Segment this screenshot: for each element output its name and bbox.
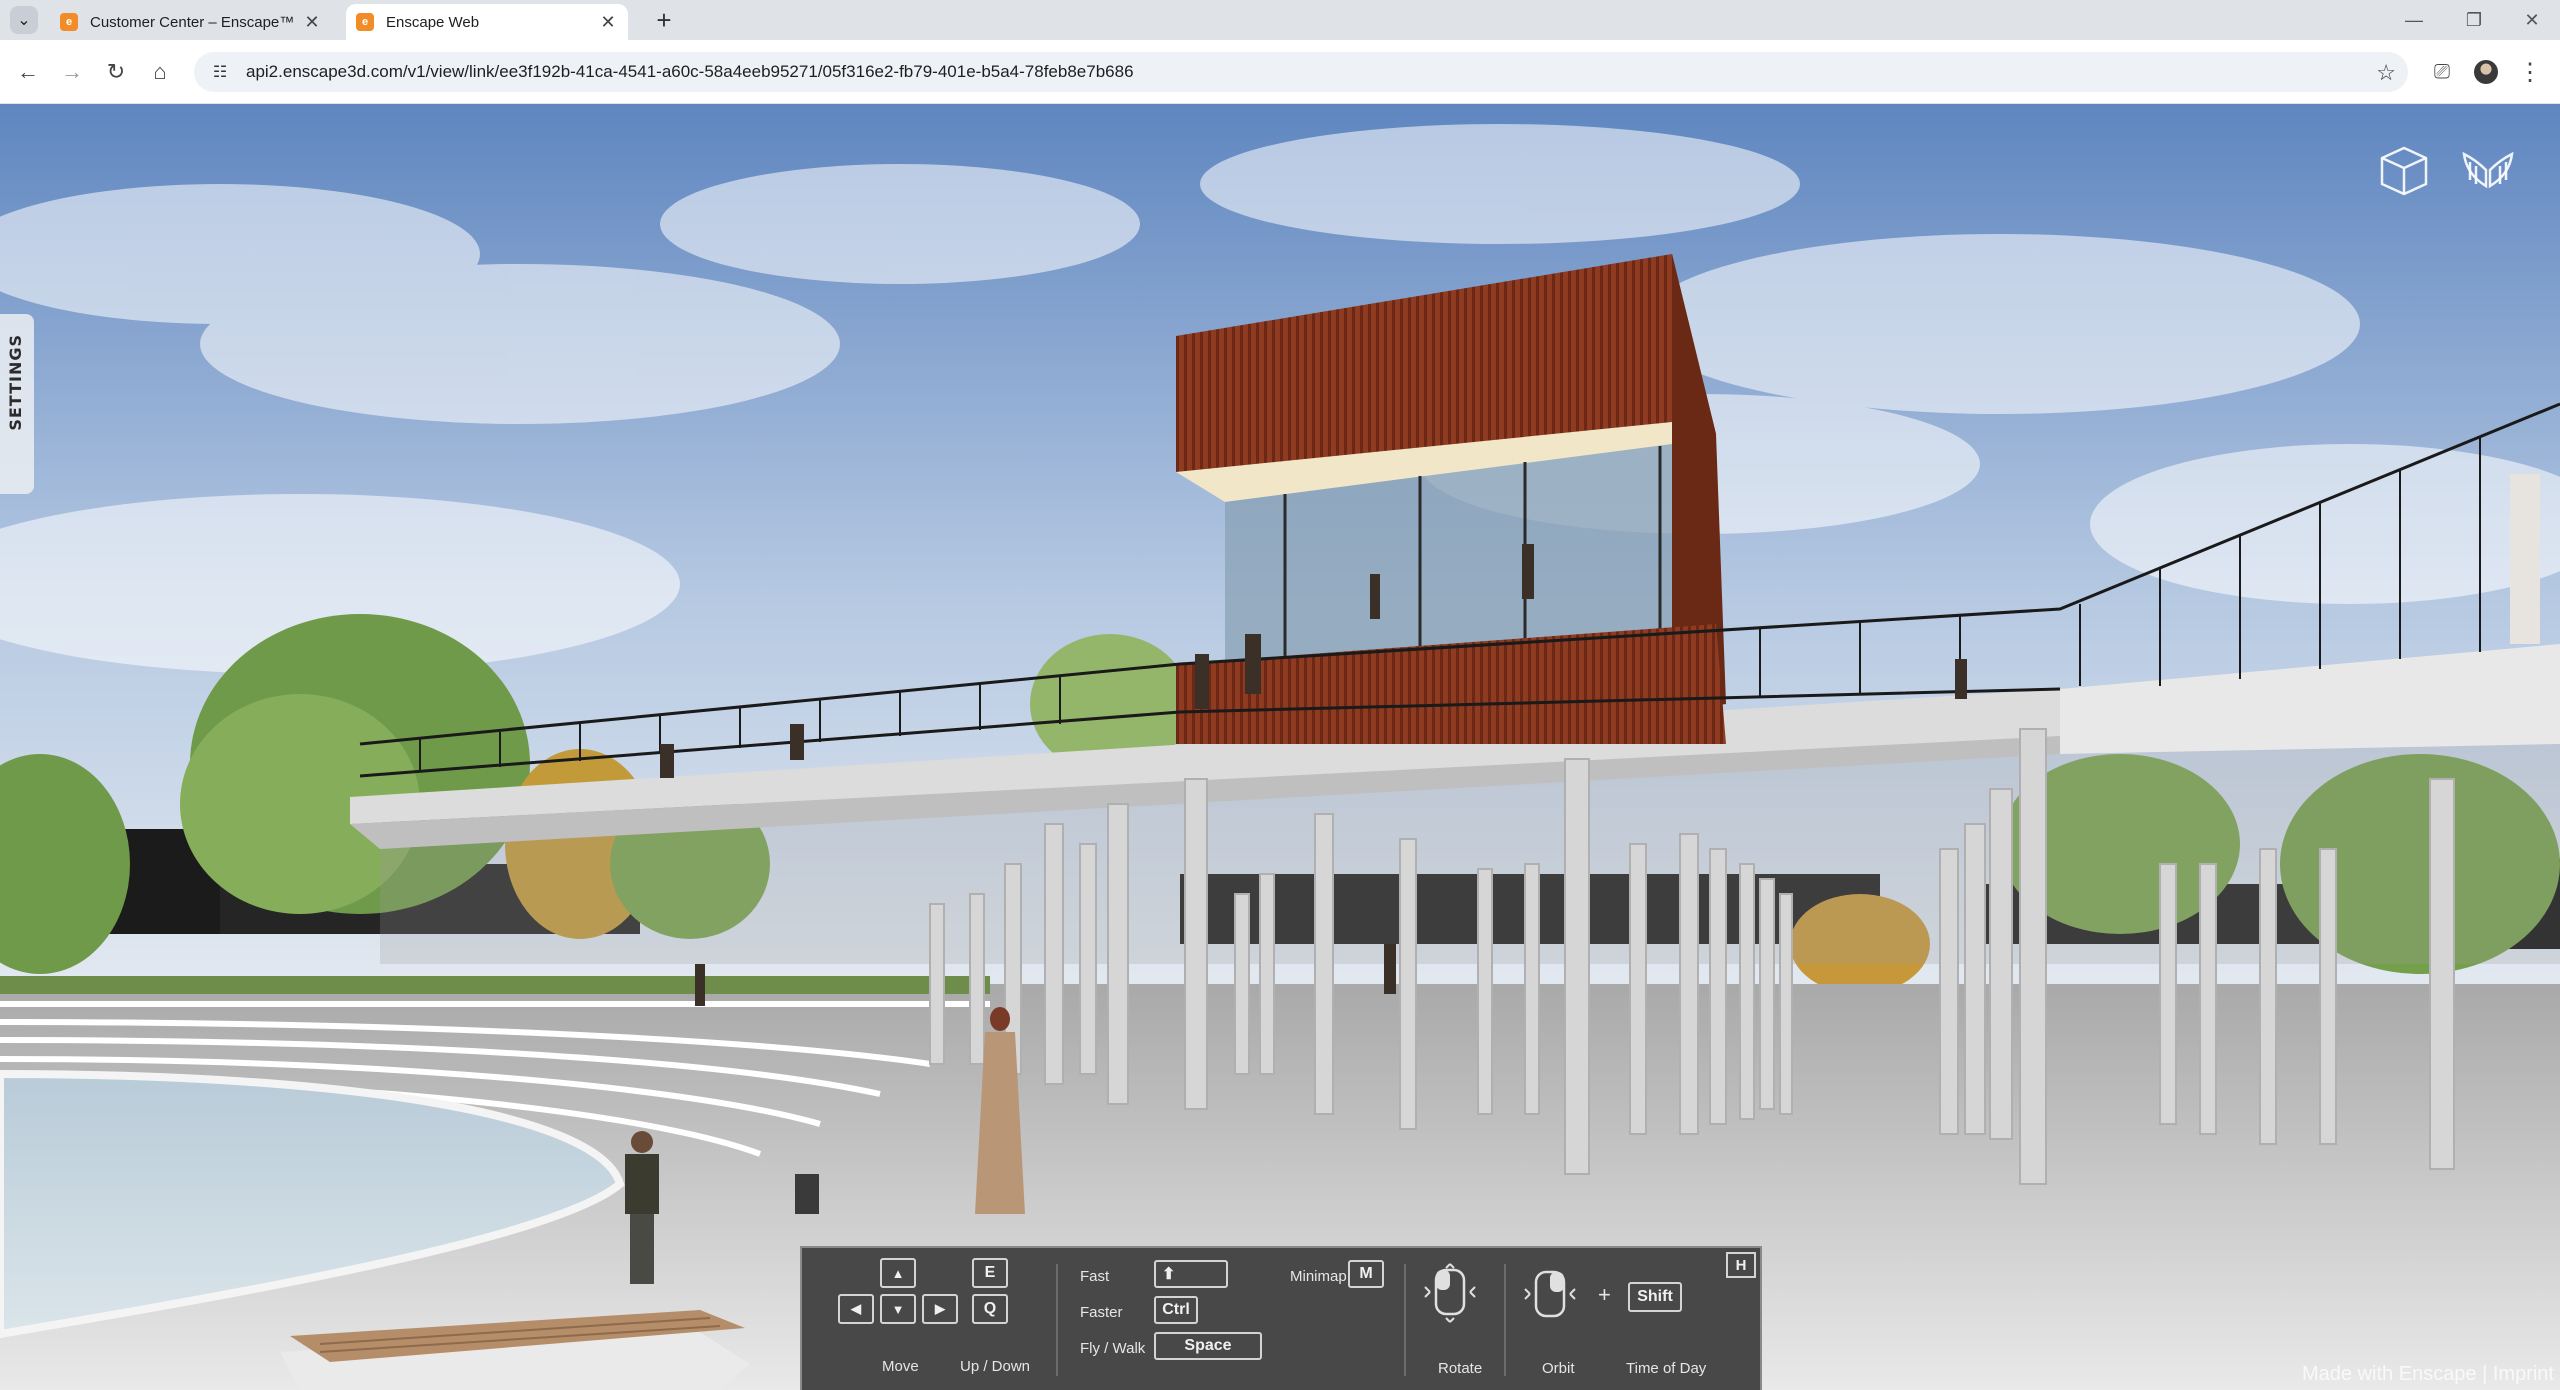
watermark[interactable]: Made with Enscape | Imprint [2302,1363,2554,1386]
divider [1404,1264,1406,1376]
close-icon[interactable]: ✕ [598,12,618,32]
navigation-controls-panel: H ▲ ◀ ▼ ▶ Move E Q Up / Down Fast ⬆ Fast… [800,1246,1762,1390]
kebab-menu-icon: ⋮ [2518,58,2542,86]
tab-title: Enscape Web [386,13,480,31]
url-text: api2.enscape3d.com/v1/view/link/ee3f192b… [246,62,1134,81]
tab-bar: ⌄ e Customer Center – Enscape™ ✕ e Ensca… [0,0,2560,40]
home-icon: ⌂ [153,59,167,84]
chevron-down-icon: ⌄ [17,12,31,29]
close-window-button[interactable]: ✕ [2504,0,2560,40]
tab-title: Customer Center – Enscape™ [90,13,295,31]
angel-wings-icon[interactable] [2458,140,2518,200]
tab-search-button[interactable]: ⌄ [10,6,38,34]
tab-enscape-web[interactable]: e Enscape Web ✕ [346,4,628,40]
profile-avatar[interactable] [2474,60,2498,84]
orbit-label: Orbit [1542,1360,1575,1377]
cast-icon: ⎚ [2434,60,2450,83]
settings-tab[interactable]: SETTINGS [0,314,34,494]
q-key[interactable]: Q [972,1294,1008,1324]
divider [1056,1264,1058,1376]
rotate-label: Rotate [1438,1360,1483,1377]
move-label: Move [882,1358,919,1375]
fast-label: Fast [1080,1268,1110,1285]
cast-button[interactable]: ⎚ [2424,54,2460,90]
e-key[interactable]: E [972,1258,1008,1288]
settings-label: SETTINGS [6,334,25,431]
close-icon[interactable]: ✕ [302,12,322,32]
faster-label: Faster [1080,1304,1123,1321]
mouse-rotate-icon [1424,1263,1476,1323]
reload-button[interactable]: ↻ [98,54,134,90]
arrow-right-icon: → [61,59,83,84]
cube-icon[interactable] [2374,140,2434,200]
forward-button[interactable]: → [54,54,90,90]
arrow-left-icon: ← [17,59,39,84]
enscape-icon: e [356,13,374,31]
ctrl-key[interactable]: Ctrl [1154,1296,1198,1324]
space-key[interactable]: Space [1154,1332,1262,1360]
architectural-scene [0,104,2560,1390]
home-button[interactable]: ⌂ [142,54,178,90]
shift-fast-key[interactable]: ⬆ [1154,1260,1228,1288]
back-button[interactable]: ← [10,54,46,90]
divider [1504,1264,1506,1376]
arrow-down-key[interactable]: ▼ [880,1294,916,1324]
minimize-button[interactable]: — [2386,0,2442,40]
new-tab-button[interactable]: + [650,5,678,35]
updown-label: Up / Down [960,1358,1031,1375]
menu-button[interactable]: ⋮ [2512,54,2548,90]
mouse-orbit-icon [1524,1270,1576,1318]
reload-icon: ↻ [106,59,126,84]
tab-customer-center[interactable]: e Customer Center – Enscape™ ✕ [50,4,332,40]
site-settings-icon[interactable]: ☷ [208,60,232,84]
hide-controls-key[interactable]: H [1726,1252,1756,1278]
minimap-key[interactable]: M [1348,1260,1384,1288]
enscape-icon: e [60,13,78,31]
browser-toolbar: ← → ↻ ⌂ ☷ api2.enscape3d.com/v1/view/lin… [0,40,2560,104]
enscape-viewport[interactable]: SETTINGS Made with Enscape | Imprint H ▲… [0,104,2560,1390]
bookmark-star-icon[interactable]: ☆ [2376,60,2396,86]
shift-key[interactable]: Shift [1628,1282,1682,1312]
address-bar[interactable]: ☷ api2.enscape3d.com/v1/view/link/ee3f19… [194,52,2408,92]
minimap-label: Minimap [1290,1268,1347,1285]
arrow-up-key[interactable]: ▲ [880,1258,916,1288]
arrow-left-key[interactable]: ◀ [838,1294,874,1324]
plus-sign: + [1598,1282,1611,1307]
restore-button[interactable]: ❐ [2446,0,2502,40]
arrow-right-key[interactable]: ▶ [922,1294,958,1324]
fly-walk-label: Fly / Walk [1080,1340,1146,1357]
time-of-day-label: Time of Day [1626,1360,1707,1377]
